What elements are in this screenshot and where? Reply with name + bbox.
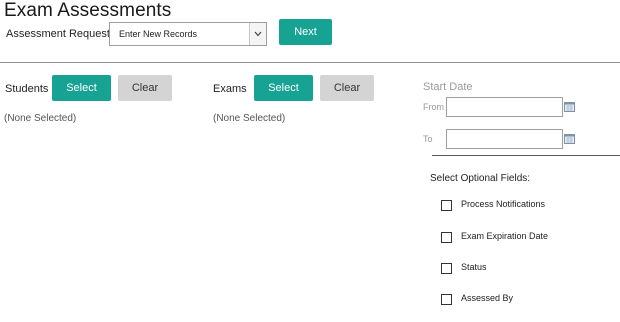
- checkbox[interactable]: [441, 263, 452, 274]
- select-students-button[interactable]: Select: [52, 75, 111, 101]
- calendar-icon[interactable]: [564, 99, 575, 112]
- calendar-icon[interactable]: [564, 131, 575, 144]
- checkbox[interactable]: [441, 232, 452, 243]
- from-date-label: From: [423, 102, 444, 112]
- checkbox[interactable]: [441, 200, 452, 211]
- clear-exams-button[interactable]: Clear: [320, 75, 374, 101]
- assessment-request-select[interactable]: Enter New Records: [109, 22, 267, 46]
- section-divider: [0, 62, 620, 63]
- exams-none-selected: (None Selected): [213, 113, 286, 124]
- optional-field-label: Process Notifications: [461, 199, 546, 209]
- optional-fields-heading: Select Optional Fields:: [430, 173, 531, 184]
- optional-field-label: Exam Expiration Date: [461, 231, 549, 241]
- from-date-input[interactable]: [446, 97, 563, 117]
- checkbox[interactable]: [441, 294, 452, 305]
- optional-field-label: Status: [461, 262, 487, 272]
- next-button[interactable]: Next: [279, 19, 332, 45]
- select-exams-button[interactable]: Select: [254, 75, 313, 101]
- students-label: Students: [5, 83, 49, 95]
- assessment-request-label: Assessment Request:: [6, 28, 113, 40]
- students-none-selected: (None Selected): [4, 113, 77, 124]
- chevron-down-icon[interactable]: [249, 23, 266, 45]
- start-date-heading: Start Date: [423, 81, 473, 93]
- to-date-input[interactable]: [446, 129, 563, 149]
- assessment-request-value: Enter New Records: [119, 29, 198, 39]
- optional-fields-divider: [432, 155, 620, 156]
- clear-students-button[interactable]: Clear: [118, 75, 172, 101]
- optional-field-label: Assessed By: [461, 293, 514, 303]
- page-title: Exam Assessments: [4, 0, 172, 21]
- to-date-label: To: [423, 134, 433, 144]
- exams-label: Exams: [213, 83, 247, 95]
